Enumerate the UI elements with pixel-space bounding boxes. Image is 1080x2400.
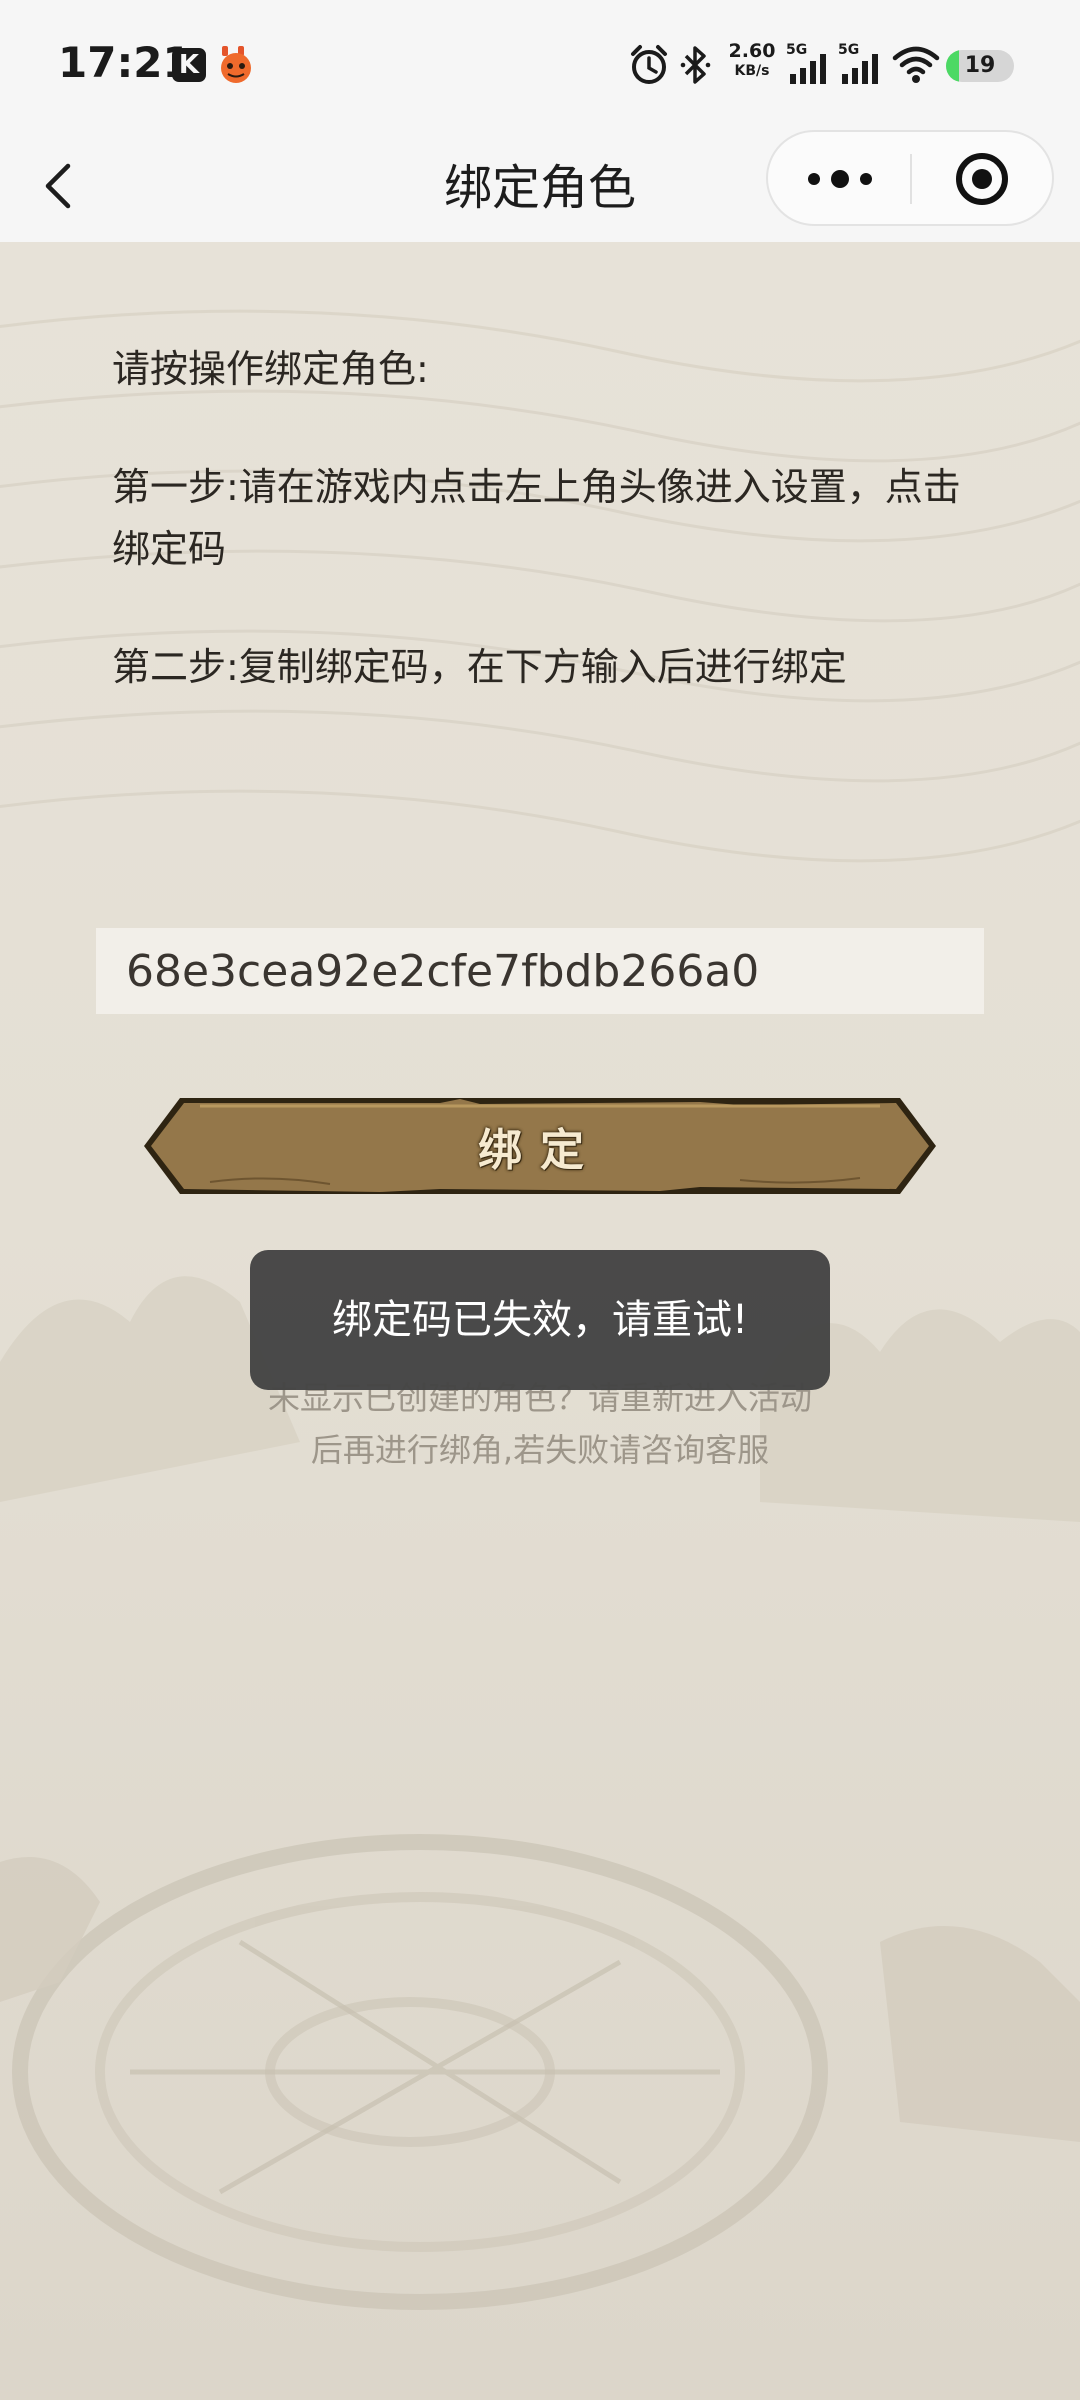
bind-button-label: 绑定 — [478, 1125, 602, 1176]
wifi-icon — [892, 46, 940, 83]
battery-icon: 19 — [946, 50, 1014, 82]
status-bar: 17:21 K 2.60 KB/s 5G 5G 19 — [0, 0, 1080, 130]
help-tip-line-2: 后再进行绑角,若失败请咨询客服 — [310, 1431, 770, 1469]
game-app-icon — [221, 46, 251, 83]
instructions-step-2: 第二步:复制绑定码，在下方输入后进行绑定 — [112, 645, 847, 689]
instructions-intro: 请按操作绑定角色: — [112, 347, 429, 391]
instructions-step-1: 第一步:请在游戏内点击左上角头像进入设置，点击绑定码 — [112, 465, 961, 571]
k-app-icon: K — [172, 48, 206, 82]
nav-bar: 绑定角色 — [0, 130, 1080, 242]
battery-level: 19 — [964, 53, 996, 78]
signal-icon-1: 5G — [786, 42, 834, 88]
main-content: 请按操作绑定角色: 第一步:请在游戏内点击左上角头像进入设置，点击绑定码 第二步… — [0, 242, 1080, 2400]
bind-button[interactable]: 绑定 — [140, 1094, 940, 1198]
network-speed-unit: KB/s — [734, 63, 770, 79]
alarm-icon — [631, 45, 667, 84]
mini-program-capsule — [766, 130, 1054, 226]
network-speed: 2.60 KB/s — [726, 40, 778, 80]
instructions: 请按操作绑定角色: 第一步:请在游戏内点击左上角头像进入设置，点击绑定码 第二步… — [112, 338, 972, 754]
more-dots-icon[interactable] — [768, 132, 910, 224]
close-circle-icon[interactable] — [912, 132, 1054, 224]
bluetooth-icon — [680, 46, 711, 84]
signal-icon-2: 5G — [838, 42, 886, 88]
network-speed-value: 2.60 — [728, 40, 776, 62]
screen: 17:21 K 2.60 KB/s 5G 5G 19 绑定角色 请按操作绑定角色… — [0, 0, 1080, 2400]
bind-code-input[interactable] — [96, 928, 984, 1014]
error-toast: 绑定码已失效，请重试! — [250, 1250, 830, 1390]
